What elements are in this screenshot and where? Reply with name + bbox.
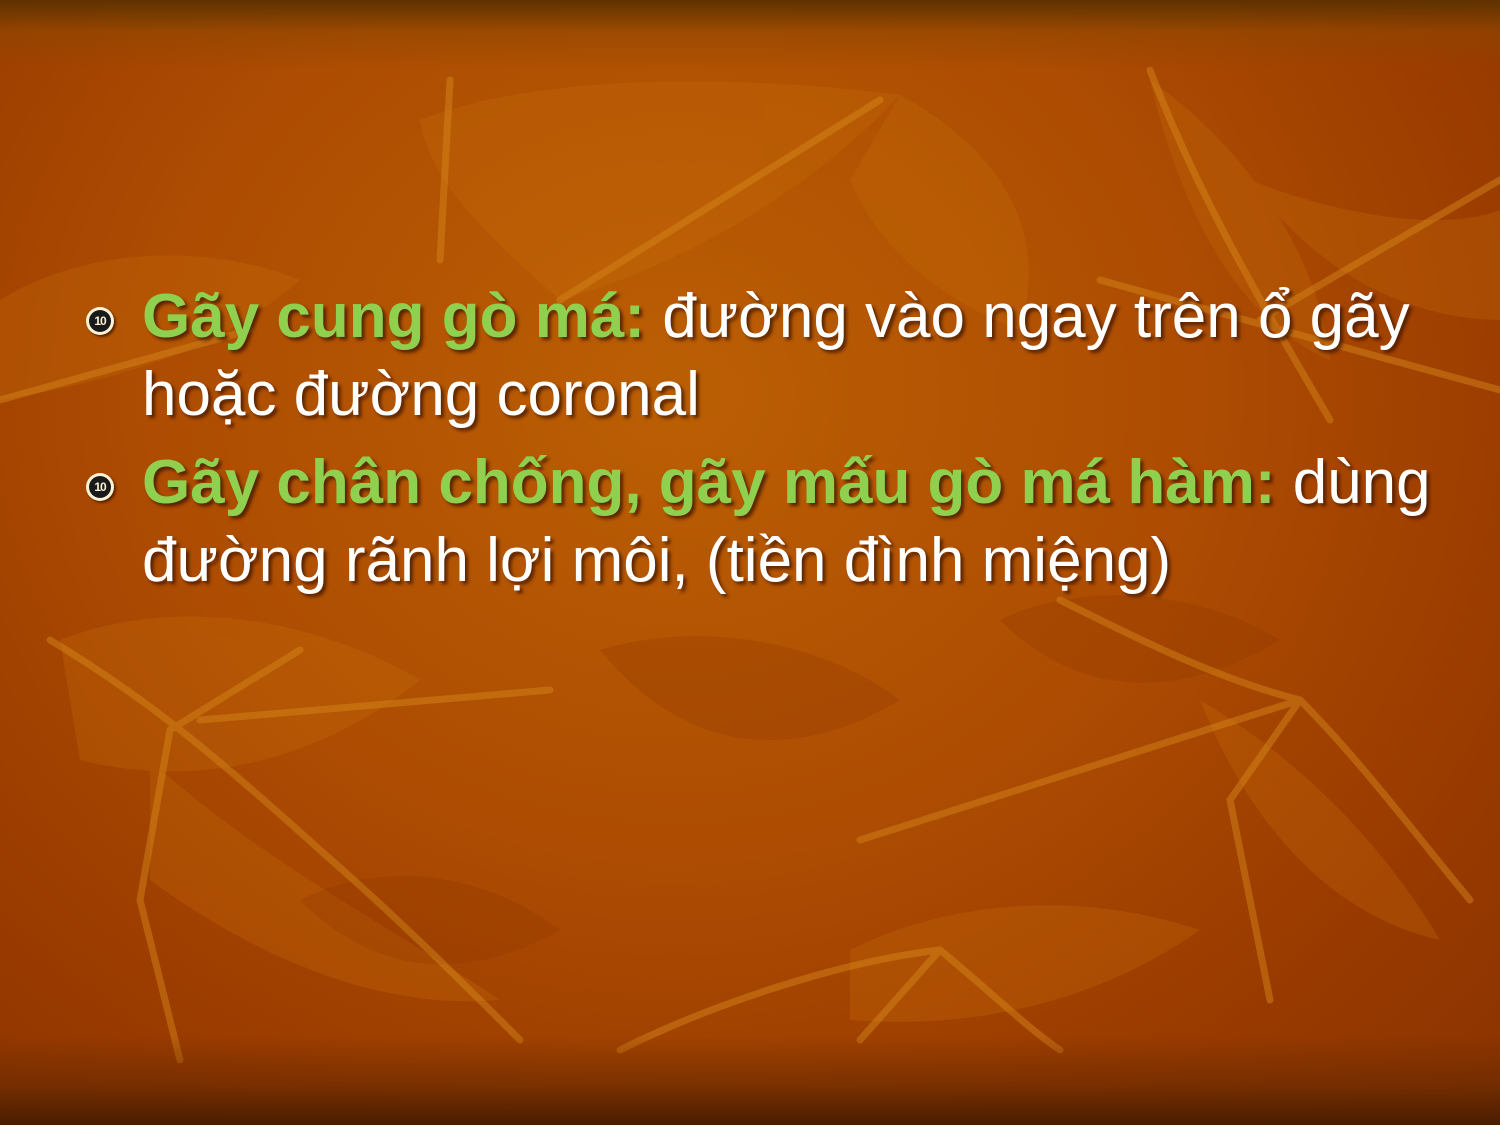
top-shade [0, 0, 1500, 70]
bullet-glyph: 10 [89, 310, 111, 332]
circled-ten-bullet-icon: 10 [86, 307, 114, 335]
bottom-shade [0, 1035, 1500, 1125]
bullet-term: Gãy cung gò má: [142, 282, 645, 351]
bullet-item: 10 Gãy cung gò má: đường vào ngay trên ổ… [80, 278, 1440, 434]
bullet-term: Gãy chân chống, gãy mấu gò má hàm: [142, 448, 1276, 517]
slide: 10 Gãy cung gò má: đường vào ngay trên ổ… [0, 0, 1500, 1125]
bullet-glyph: 10 [89, 476, 111, 498]
bullet-item: 10 Gãy chân chống, gãy mấu gò má hàm: dù… [80, 444, 1440, 600]
circled-ten-bullet-icon: 10 [86, 473, 114, 501]
bullet-list: 10 Gãy cung gò má: đường vào ngay trên ổ… [80, 278, 1440, 610]
